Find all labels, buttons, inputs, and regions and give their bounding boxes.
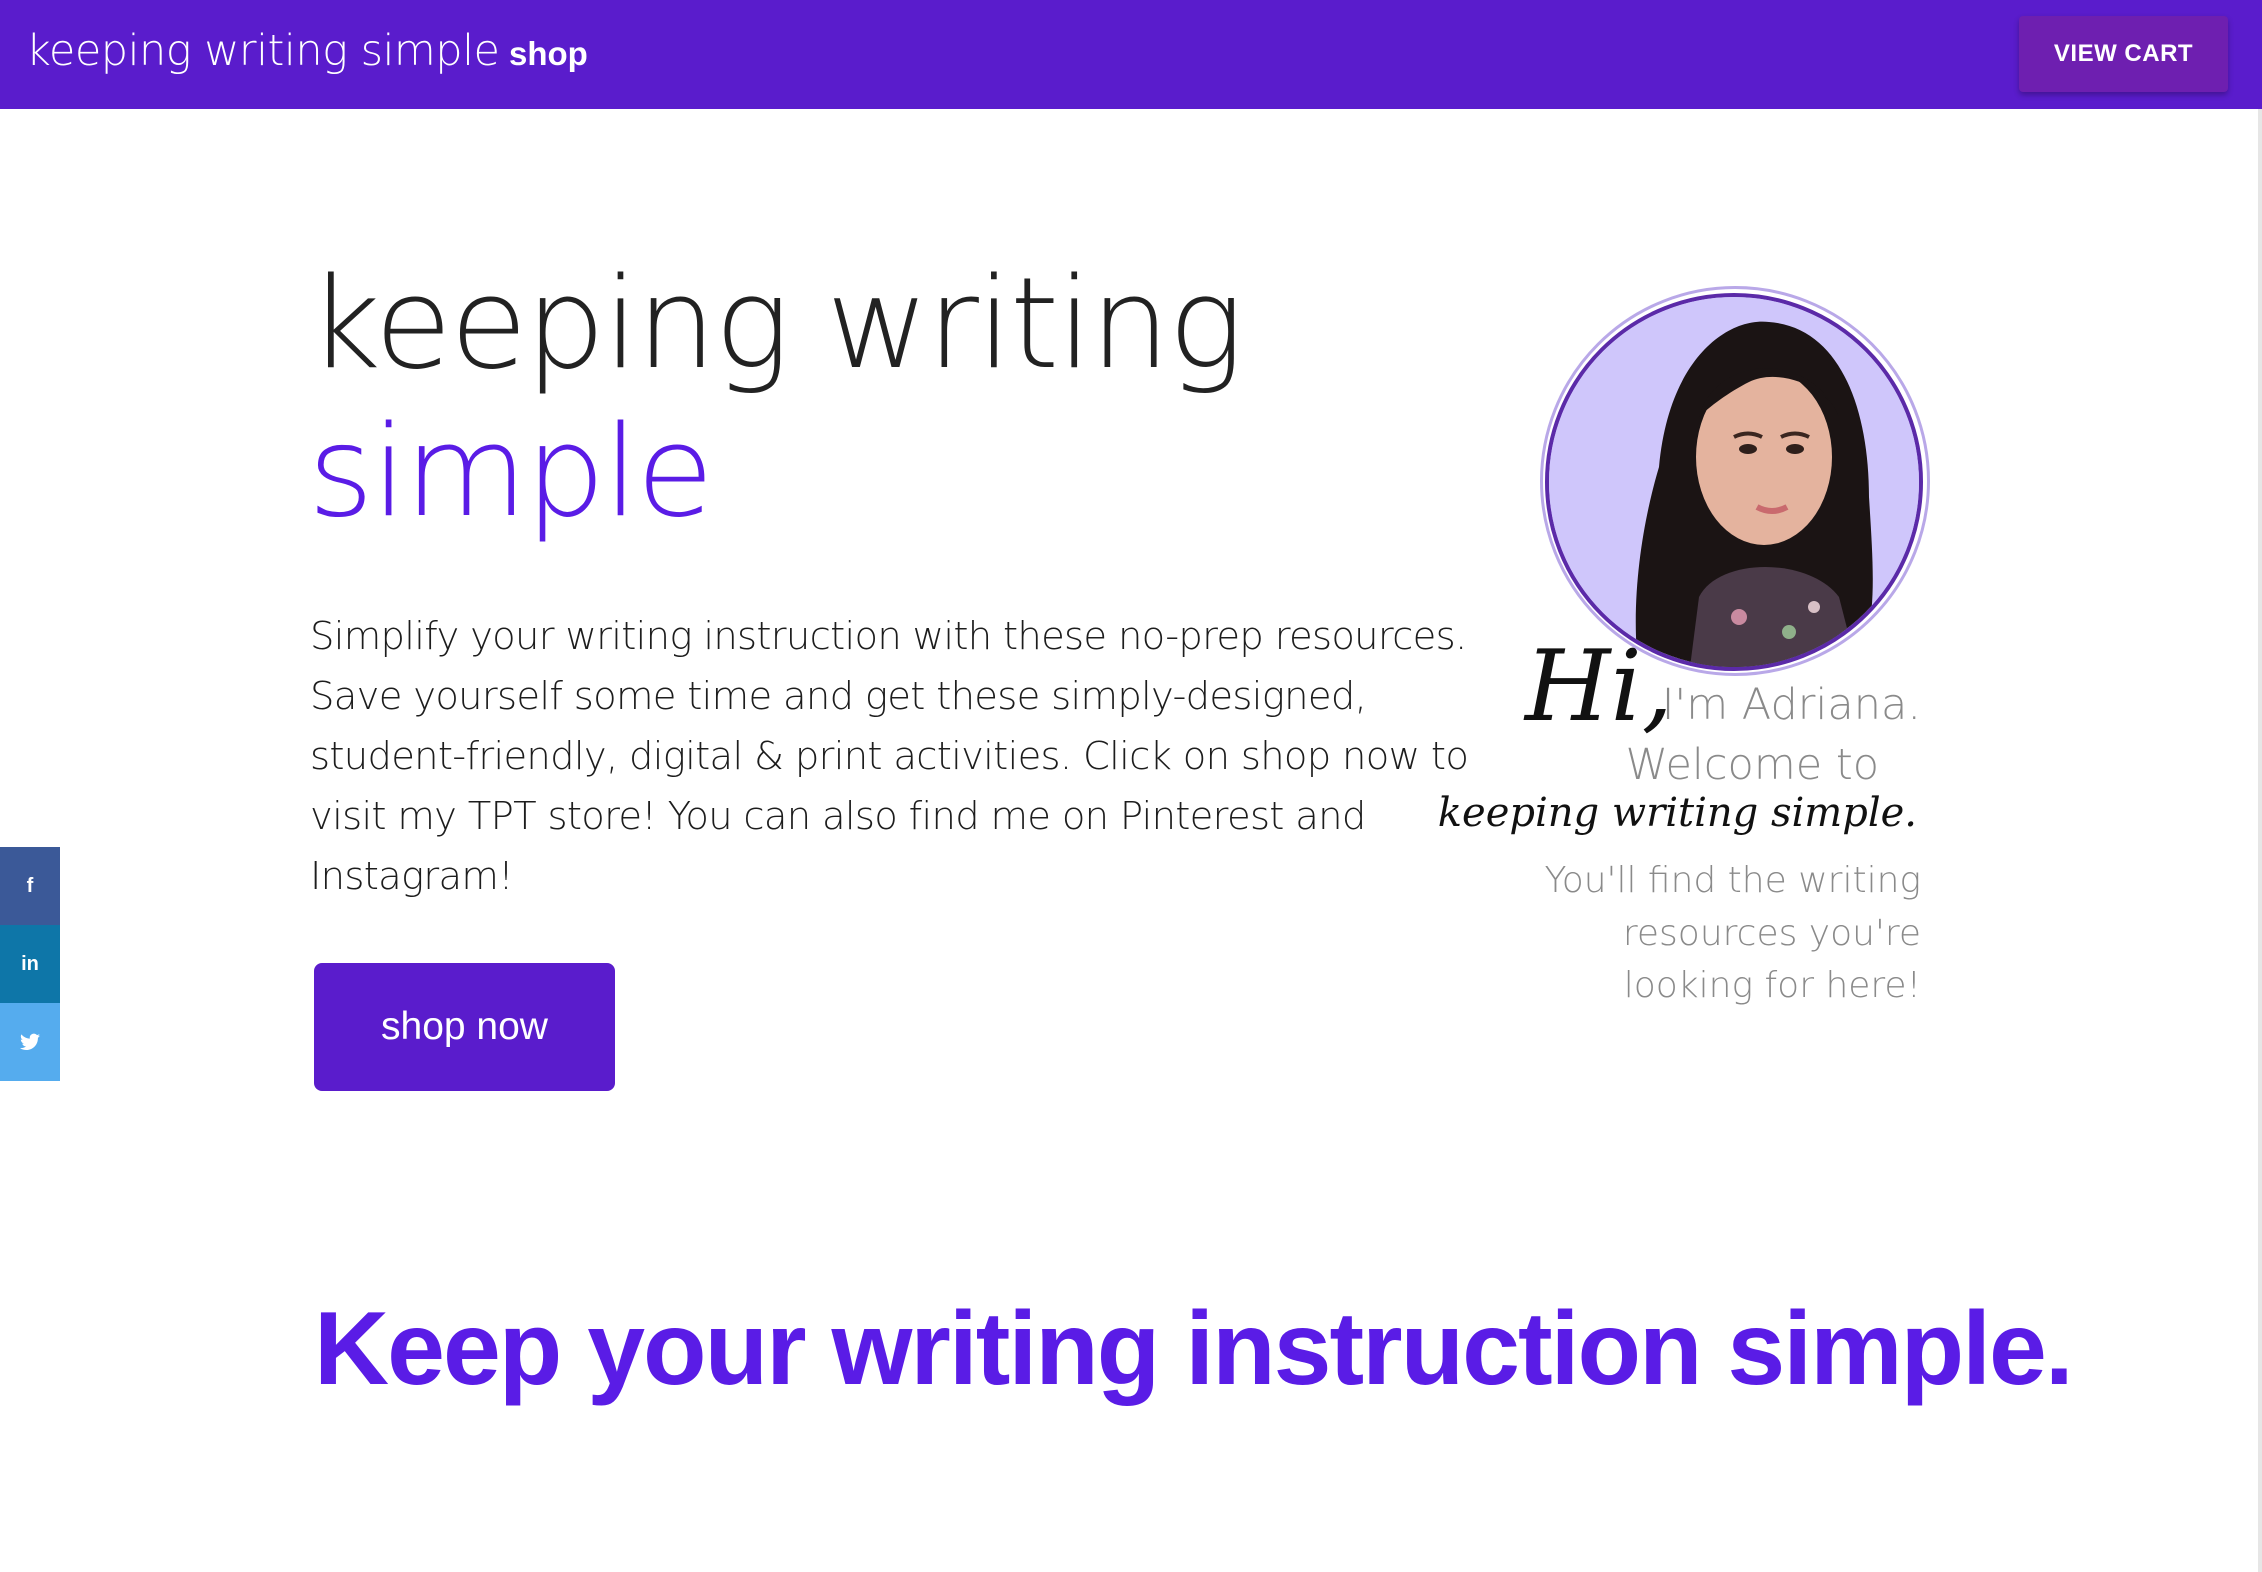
hero-title-line1: keeping writing (308, 250, 1244, 397)
greeting-name: I'm Adriana. (1661, 680, 1921, 730)
page-scrollbar[interactable] (2258, 109, 2262, 1572)
site-brand-link[interactable]: keeping writing simple (26, 26, 500, 76)
author-portrait-illustration (1549, 297, 1919, 667)
hero-title: keeping writing simple (308, 250, 1244, 546)
linkedin-share-button[interactable]: in (0, 925, 60, 1003)
top-navigation-bar: keeping writing simple shop VIEW CART (0, 0, 2262, 109)
greeting-welcome: Welcome to (1625, 740, 1879, 790)
greeting-site-name: keeping writing simple. (1437, 790, 1917, 836)
twitter-share-button[interactable] (0, 1003, 60, 1081)
author-portrait (1545, 293, 1923, 671)
twitter-icon (20, 1033, 40, 1050)
social-share-bar: f in (0, 847, 60, 1081)
hero-intro-text: Simplify your writing instruction with t… (310, 614, 1469, 899)
facebook-share-button[interactable]: f (0, 847, 60, 925)
facebook-icon: f (26, 874, 34, 897)
hero-title-line2: simple (308, 398, 714, 545)
linkedin-icon: in (21, 952, 39, 975)
section-tagline: Keep your writing instruction simple. (314, 1291, 2074, 1407)
greeting-line-6: looking for here! (1623, 965, 1921, 1006)
shop-now-button[interactable]: shop now (314, 963, 615, 1091)
nav-link-shop[interactable]: shop (509, 35, 588, 73)
greeting-card: Hi, I'm Adriana. Welcome to keeping writ… (1438, 630, 1925, 1010)
greeting-line-5: resources you're (1622, 913, 1921, 954)
greeting-line-4: You'll find the writing (1544, 860, 1922, 901)
greeting-hi: Hi, (1525, 630, 1673, 744)
view-cart-button[interactable]: VIEW CART (2019, 16, 2228, 92)
